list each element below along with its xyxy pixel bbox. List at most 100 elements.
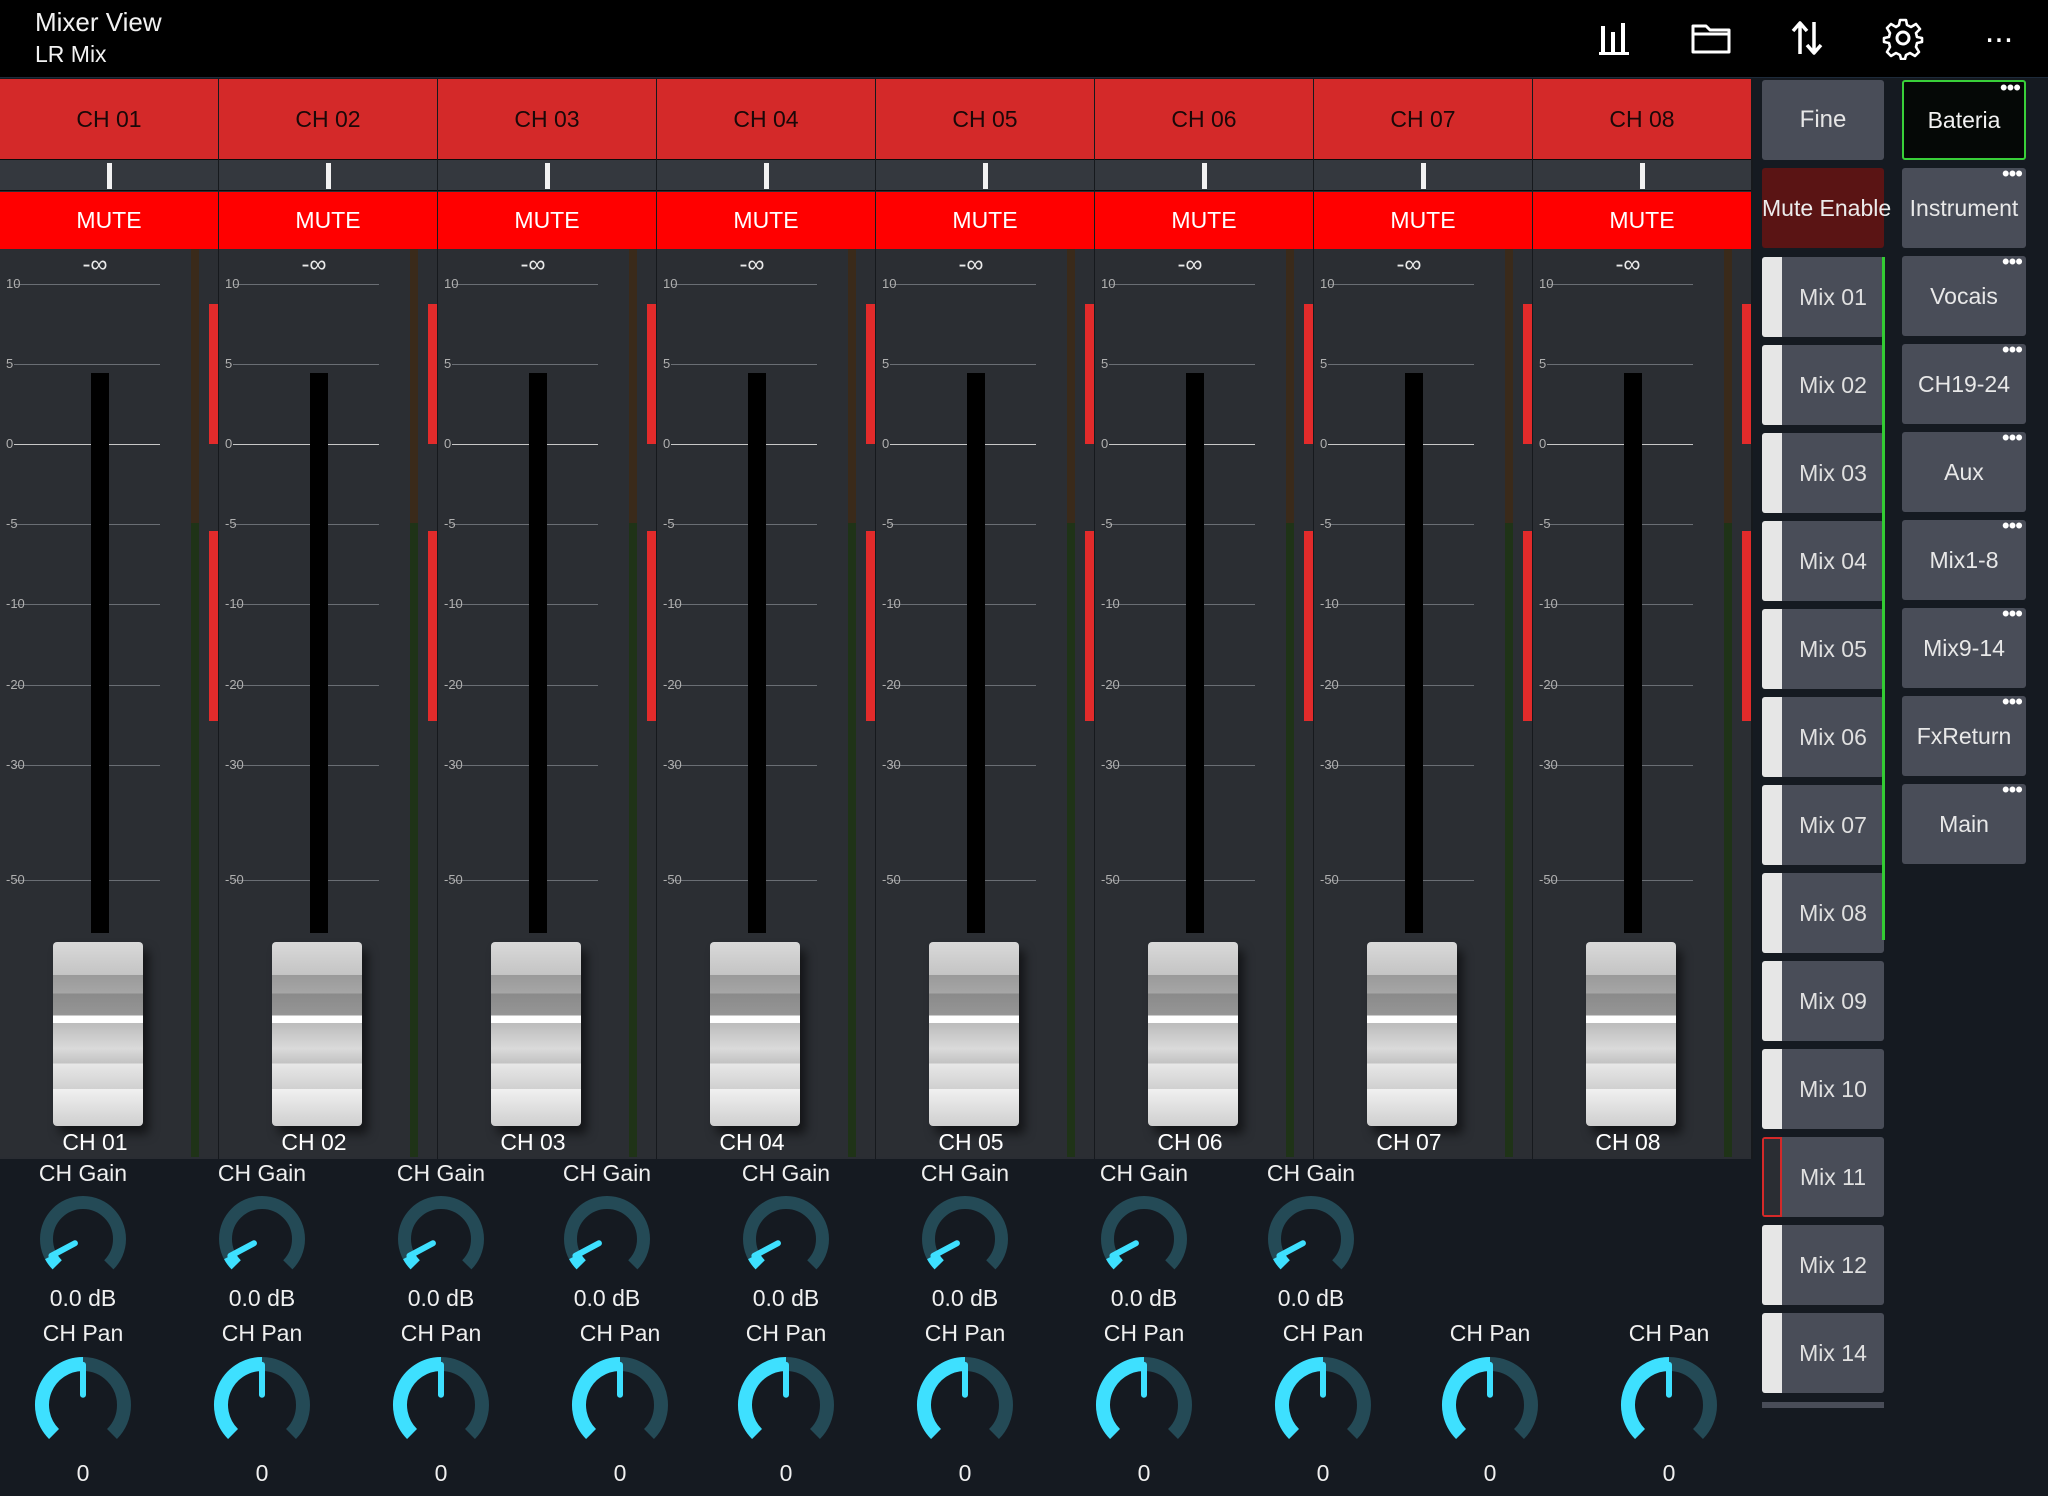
pan-indicator-bar[interactable]	[438, 159, 656, 191]
mix-select-button[interactable]: Mix 11	[1762, 1137, 1884, 1217]
channel-name-button[interactable]: CH 07	[1314, 79, 1532, 159]
fader-scale-label: 10	[1320, 276, 1335, 291]
pan-knob-value: 0	[958, 1460, 972, 1486]
mix-select-button[interactable]: Mix 04	[1762, 521, 1884, 601]
channel-name-button[interactable]: CH 08	[1533, 79, 1751, 159]
channel-name-button[interactable]: CH 02	[219, 79, 437, 159]
mute-button[interactable]: MUTE	[219, 192, 437, 249]
mix-select-button[interactable]: Mix 12	[1762, 1225, 1884, 1305]
layer-button[interactable]: Mix1-8 •••	[1902, 515, 2026, 600]
pan-knob[interactable]	[1619, 1355, 1719, 1455]
mix-select-button[interactable]: Mix 06	[1762, 697, 1884, 777]
fader-handle[interactable]	[1148, 942, 1238, 1126]
fader-handle[interactable]	[1367, 942, 1457, 1126]
layer-button[interactable]: Instrument •••	[1902, 163, 2026, 248]
layer-options-icon[interactable]: •••	[2002, 779, 2023, 801]
fader-handle[interactable]	[272, 942, 362, 1126]
gain-knob[interactable]	[396, 1194, 486, 1284]
layer-button[interactable]: FxReturn •••	[1902, 691, 2026, 776]
layer-options-icon[interactable]: •••	[2002, 251, 2023, 273]
mix-select-button[interactable]: Mix 10	[1762, 1049, 1884, 1129]
channel-name-button[interactable]: CH 01	[0, 79, 218, 159]
pan-indicator-bar[interactable]	[876, 159, 1094, 191]
layer-options-icon[interactable]: •••	[2002, 603, 2023, 625]
layer-button[interactable]: Aux •••	[1902, 427, 2026, 512]
pan-indicator-bar[interactable]	[1533, 159, 1751, 191]
layer-button[interactable]: Bateria •••	[1902, 77, 2026, 160]
pan-knob[interactable]	[570, 1355, 670, 1455]
mute-button[interactable]: MUTE	[438, 192, 656, 249]
pan-indicator-bar[interactable]	[657, 159, 875, 191]
folder-icon[interactable]	[1689, 16, 1733, 60]
layer-options-icon[interactable]: •••	[2002, 515, 2023, 537]
gain-knob[interactable]	[920, 1194, 1010, 1284]
gain-knob[interactable]	[1266, 1194, 1356, 1284]
mix-select-button[interactable]: Mix 08	[1762, 873, 1884, 953]
fader-track	[310, 373, 328, 933]
transfer-icon[interactable]	[1785, 16, 1829, 60]
mute-button[interactable]: MUTE	[1095, 192, 1313, 249]
fader-scale-label: -50	[663, 872, 682, 887]
mute-button[interactable]: MUTE	[1314, 192, 1532, 249]
pan-knob[interactable]	[736, 1355, 836, 1455]
layer-button[interactable]: CH19-24 •••	[1902, 339, 2026, 424]
fader-handle[interactable]	[491, 942, 581, 1126]
settings-gear-icon[interactable]	[1881, 16, 1925, 60]
fader-scale-line	[452, 604, 598, 605]
gain-knob[interactable]	[741, 1194, 831, 1284]
pan-indicator-bar[interactable]	[0, 159, 218, 191]
pan-indicator-bar[interactable]	[219, 159, 437, 191]
channel-name-button[interactable]: CH 03	[438, 79, 656, 159]
layer-button[interactable]: Mix9-14 •••	[1902, 603, 2026, 688]
mix-select-button[interactable]: Mix 01	[1762, 257, 1884, 337]
mute-button[interactable]: MUTE	[876, 192, 1094, 249]
fader-track	[91, 373, 109, 933]
gain-knob[interactable]	[1099, 1194, 1189, 1284]
layer-options-icon[interactable]: •••	[2000, 77, 2021, 99]
pan-knob[interactable]	[915, 1355, 1015, 1455]
layer-options-icon[interactable]: •••	[2002, 339, 2023, 361]
pan-knob[interactable]	[1273, 1355, 1373, 1455]
mute-button[interactable]: MUTE	[1533, 192, 1751, 249]
mix-select-button[interactable]: Mix 07	[1762, 785, 1884, 865]
mute-button[interactable]: MUTE	[0, 192, 218, 249]
pan-knob[interactable]	[391, 1355, 491, 1455]
pan-knob-label: CH Pan	[745, 1320, 827, 1346]
fader-handle[interactable]	[710, 942, 800, 1126]
pan-knob[interactable]	[212, 1355, 312, 1455]
pan-indicator-bar[interactable]	[1314, 159, 1532, 191]
pan-knob[interactable]	[1440, 1355, 1540, 1455]
gain-knob[interactable]	[562, 1194, 652, 1284]
mix-select-button[interactable]: Mix 02	[1762, 345, 1884, 425]
layer-options-icon[interactable]: •••	[2002, 163, 2023, 185]
fader-area: -∞ 10 5 0 -5 -10 -20 -30 -50	[657, 249, 875, 1157]
fader-handle[interactable]	[929, 942, 1019, 1126]
mix-select-button[interactable]: Mix 03	[1762, 433, 1884, 513]
pan-knob[interactable]	[1094, 1355, 1194, 1455]
fine-button[interactable]: Fine	[1762, 80, 1884, 160]
mute-enable-button[interactable]: Mute Enable	[1762, 168, 1891, 248]
mute-button[interactable]: MUTE	[657, 192, 875, 249]
fader-scale-line	[671, 685, 817, 686]
more-options-icon[interactable]: ...	[1977, 14, 2021, 60]
mix-label: Mix 04	[1799, 548, 1867, 574]
channel-name-button[interactable]: CH 06	[1095, 79, 1313, 159]
fader-scale-line	[890, 444, 1036, 445]
mix-select-button[interactable]: Mix 09	[1762, 961, 1884, 1041]
fader-handle[interactable]	[1586, 942, 1676, 1126]
layer-button[interactable]: Main •••	[1902, 779, 2026, 864]
channel-name-button[interactable]: CH 04	[657, 79, 875, 159]
fader-handle[interactable]	[53, 942, 143, 1126]
fader-scale-line	[1109, 364, 1255, 365]
gain-knob[interactable]	[38, 1194, 128, 1284]
layer-options-icon[interactable]: •••	[2002, 427, 2023, 449]
layer-button[interactable]: Vocais •••	[1902, 251, 2026, 336]
pan-indicator-bar[interactable]	[1095, 159, 1313, 191]
pan-knob[interactable]	[33, 1355, 133, 1455]
mix-select-button[interactable]: Mix 05	[1762, 609, 1884, 689]
mix-select-button[interactable]: Mix 14	[1762, 1313, 1884, 1393]
channel-name-button[interactable]: CH 05	[876, 79, 1094, 159]
gain-knob[interactable]	[217, 1194, 307, 1284]
layer-options-icon[interactable]: •••	[2002, 691, 2023, 713]
meters-icon[interactable]	[1593, 16, 1637, 60]
